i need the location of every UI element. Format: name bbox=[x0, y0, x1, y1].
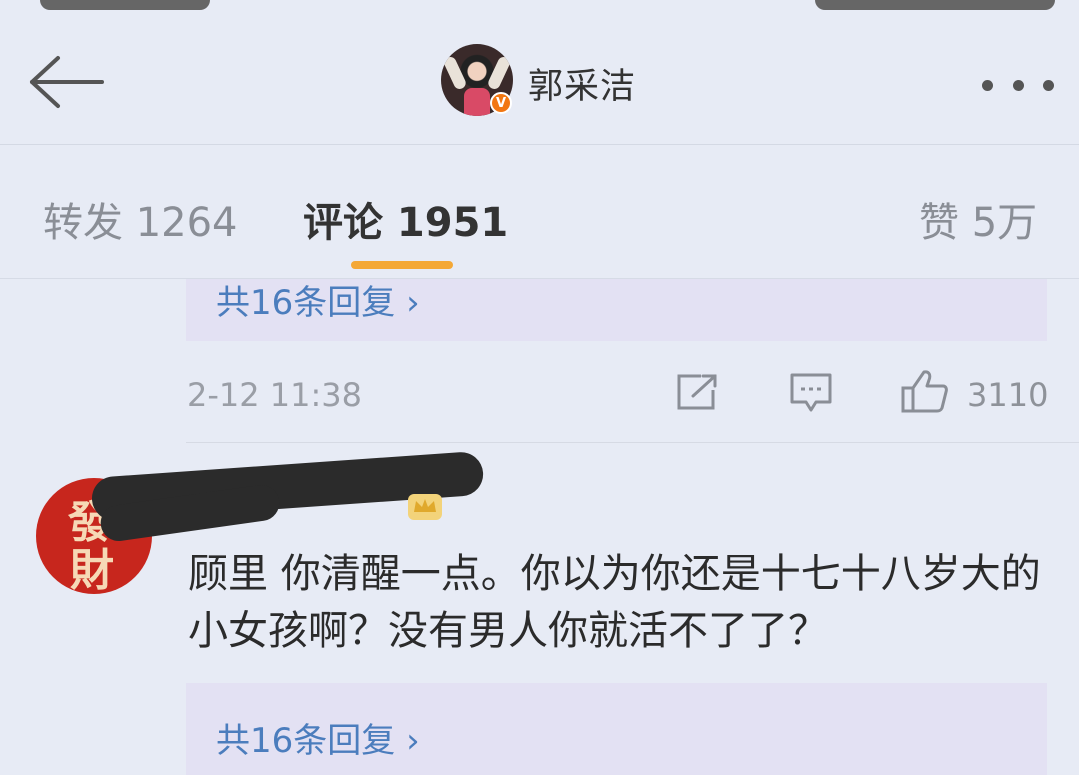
view-replies-link[interactable]: 共16条回复 › bbox=[216, 713, 420, 762]
crown-badge-icon bbox=[406, 492, 444, 522]
like-button[interactable] bbox=[900, 368, 950, 418]
comment-divider bbox=[186, 442, 1079, 443]
author-avatar[interactable]: V bbox=[441, 44, 513, 116]
status-bar bbox=[0, 0, 1079, 14]
page-title[interactable]: 郭采洁 bbox=[528, 58, 636, 109]
reply-button[interactable] bbox=[789, 372, 833, 418]
status-bar-right bbox=[815, 0, 1055, 10]
reply-preview-box: 共16条回复 › bbox=[186, 683, 1047, 775]
more-dot bbox=[1043, 79, 1054, 91]
more-dot bbox=[1012, 79, 1024, 91]
verified-badge: V bbox=[490, 92, 512, 114]
more-options-button[interactable] bbox=[982, 70, 1054, 100]
more-dot bbox=[982, 79, 993, 91]
comment-text: 顾里 你清醒一点。你以为你还是十七十八岁大的小女孩啊？没有男人你就活不了了？ bbox=[188, 551, 1041, 654]
like-count: 3110 bbox=[967, 376, 1049, 414]
comment-icon bbox=[790, 373, 832, 412]
share-icon bbox=[677, 374, 717, 410]
thumb-up-icon bbox=[901, 370, 948, 413]
arrow-left-icon bbox=[30, 56, 104, 108]
active-tab-indicator bbox=[351, 261, 453, 269]
tab-reposts[interactable]: 转发 1264 bbox=[43, 190, 238, 248]
reply-preview-box: 共16条回复 › bbox=[186, 279, 1047, 341]
comment-timestamp: 2-12 11:38 bbox=[187, 376, 363, 414]
status-bar-left bbox=[40, 0, 210, 10]
tab-comments[interactable]: 评论 1951 bbox=[303, 190, 508, 248]
top-bar: V 郭采洁 bbox=[0, 14, 1079, 145]
tab-likes[interactable]: 赞 5万 bbox=[919, 190, 1037, 248]
back-button[interactable] bbox=[28, 54, 106, 110]
avatar-char: 財 bbox=[70, 545, 114, 594]
tab-bar: 转发 1264 评论 1951 赞 5万 bbox=[0, 145, 1079, 279]
share-button[interactable] bbox=[675, 372, 719, 416]
view-replies-link[interactable]: 共16条回复 › bbox=[216, 275, 420, 324]
